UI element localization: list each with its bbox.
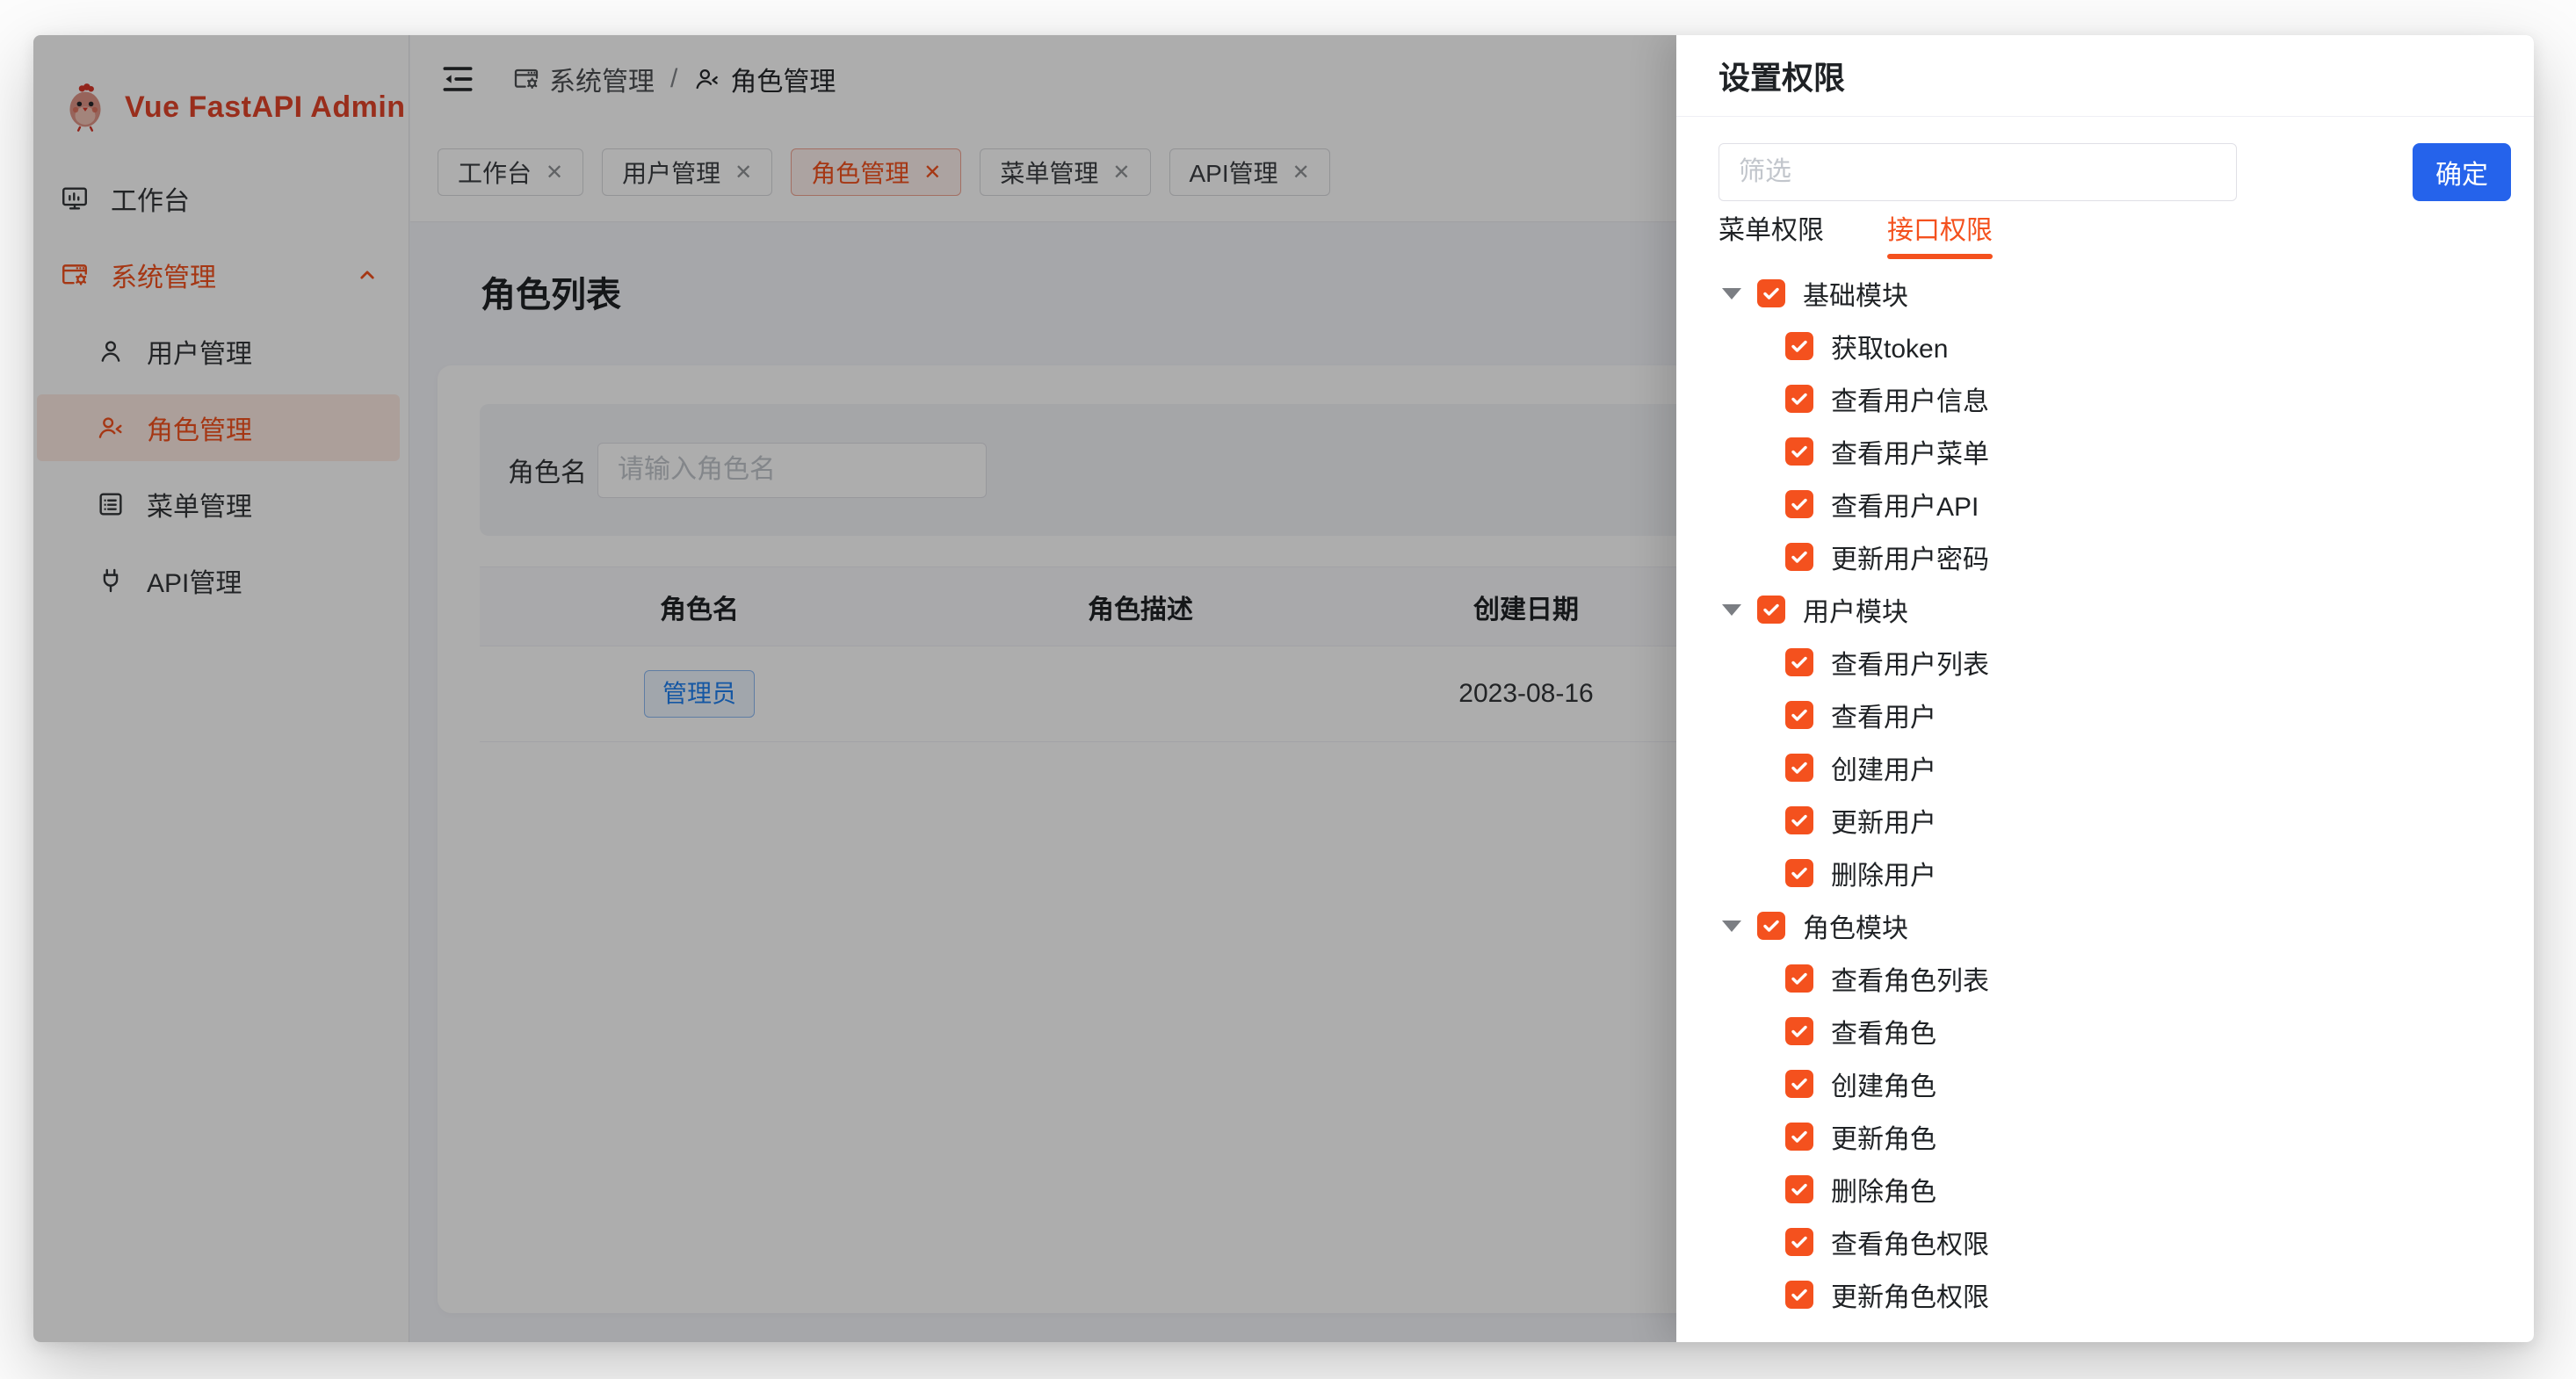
checkbox-checked-icon[interactable] (1785, 1175, 1813, 1203)
drawer-body: 确定 菜单权限 接口权限 基础模块 获取tok (1676, 117, 2534, 1342)
tree-item-label: 查看用户信息 (1831, 379, 1989, 418)
checkbox-checked-icon[interactable] (1785, 437, 1813, 466)
tree-item-label: 用户模块 (1803, 590, 1908, 629)
page-background: { "app": { "title": "Vue FastAPI Admin" … (0, 0, 2576, 1379)
tree-row[interactable]: 基础模块 (1719, 267, 2511, 320)
tab-label: 菜单权限 (1719, 216, 1824, 245)
tree-row[interactable]: 查看角色权限 (1719, 1216, 2511, 1268)
drawer-title: 设置权限 (1719, 53, 1845, 98)
tree-item-label: 更新用户 (1831, 801, 1936, 840)
tree-row[interactable]: 创建用户 (1719, 741, 2511, 794)
tree-row[interactable]: 删除角色 (1719, 1163, 2511, 1216)
checkbox-checked-icon[interactable] (1757, 596, 1785, 624)
tree-item-label: 查看角色权限 (1831, 1223, 1989, 1261)
tree-row[interactable]: 角色模块 (1719, 899, 2511, 952)
caret-down-icon[interactable] (1719, 913, 1745, 939)
tree-item-label: 创建角色 (1831, 1065, 1936, 1103)
tree-item-label: 查看用户列表 (1831, 643, 1989, 682)
checkbox-checked-icon[interactable] (1785, 964, 1813, 993)
tree-item-label: 查看角色列表 (1831, 959, 1989, 998)
tree-row[interactable]: 更新用户密码 (1719, 531, 2511, 583)
confirm-button[interactable]: 确定 (2413, 143, 2511, 201)
tree-item-label: 查看用户 (1831, 696, 1936, 734)
tree-row[interactable]: 更新角色 (1719, 1110, 2511, 1163)
checkbox-checked-icon[interactable] (1757, 912, 1785, 940)
tree-item-label: 查看用户菜单 (1831, 432, 1989, 471)
tab-api-permissions[interactable]: 接口权限 (1887, 215, 1993, 259)
tree-row[interactable]: 查看用户菜单 (1719, 425, 2511, 478)
checkbox-checked-icon[interactable] (1757, 279, 1785, 307)
tree-row[interactable]: 查看用户API (1719, 478, 2511, 531)
caret-down-icon[interactable] (1719, 596, 1745, 623)
drawer-header: 设置权限 (1676, 35, 2534, 117)
checkbox-checked-icon[interactable] (1785, 332, 1813, 360)
active-tab-underline (1887, 254, 1993, 259)
tree-row[interactable]: 查看用户 (1719, 689, 2511, 741)
checkbox-checked-icon[interactable] (1785, 859, 1813, 887)
caret-down-icon[interactable] (1719, 280, 1745, 307)
checkbox-checked-icon[interactable] (1785, 1070, 1813, 1098)
tree-item-label: 创建用户 (1831, 748, 1936, 787)
tree-row[interactable]: 删除用户 (1719, 847, 2511, 899)
tab-label: 接口权限 (1887, 216, 1993, 245)
checkbox-checked-icon[interactable] (1785, 648, 1813, 676)
checkbox-checked-icon[interactable] (1785, 1281, 1813, 1309)
checkbox-checked-icon[interactable] (1785, 490, 1813, 518)
checkbox-checked-icon[interactable] (1785, 385, 1813, 413)
tree-item-label: 删除用户 (1831, 854, 1936, 892)
tree-row[interactable]: 查看角色 (1719, 1005, 2511, 1058)
app-window: Vue FastAPI Admin 工作台 系统管理 (33, 35, 2534, 1342)
checkbox-checked-icon[interactable] (1785, 1123, 1813, 1151)
tree-row[interactable]: 查看用户信息 (1719, 372, 2511, 425)
tree-row[interactable]: 用户模块 (1719, 583, 2511, 636)
tree-row[interactable]: 查看角色列表 (1719, 952, 2511, 1005)
set-permissions-drawer: 设置权限 确定 菜单权限 接口权限 基础模块 (1676, 35, 2534, 1342)
permission-tree: 基础模块 获取token 查看用户信息 查看用户菜单 查看用户API (1719, 267, 2511, 1321)
checkbox-checked-icon[interactable] (1785, 754, 1813, 782)
tree-row[interactable]: 更新用户 (1719, 794, 2511, 847)
tree-row[interactable]: 更新角色权限 (1719, 1268, 2511, 1321)
filter-input[interactable] (1719, 143, 2237, 201)
filter-row: 确定 (1719, 143, 2511, 201)
tree-row[interactable]: 创建角色 (1719, 1058, 2511, 1110)
checkbox-checked-icon[interactable] (1785, 1017, 1813, 1045)
tree-row[interactable]: 查看用户列表 (1719, 636, 2511, 689)
tree-item-label: 角色模块 (1803, 906, 1908, 945)
tree-item-label: 更新角色 (1831, 1117, 1936, 1156)
checkbox-checked-icon[interactable] (1785, 806, 1813, 834)
tree-item-label: 更新角色权限 (1831, 1275, 1989, 1314)
tree-item-label: 查看角色 (1831, 1012, 1936, 1050)
tree-item-label: 删除角色 (1831, 1170, 1936, 1209)
checkbox-checked-icon[interactable] (1785, 701, 1813, 729)
tree-item-label: 查看用户API (1831, 485, 1979, 523)
tree-item-label: 更新用户密码 (1831, 538, 1989, 576)
permission-tabs: 菜单权限 接口权限 (1719, 215, 2511, 259)
tree-row[interactable]: 获取token (1719, 320, 2511, 372)
tree-item-label: 基础模块 (1803, 274, 1908, 313)
tab-menu-permissions[interactable]: 菜单权限 (1719, 215, 1824, 259)
checkbox-checked-icon[interactable] (1785, 543, 1813, 571)
tree-item-label: 获取token (1831, 327, 1948, 365)
checkbox-checked-icon[interactable] (1785, 1228, 1813, 1256)
